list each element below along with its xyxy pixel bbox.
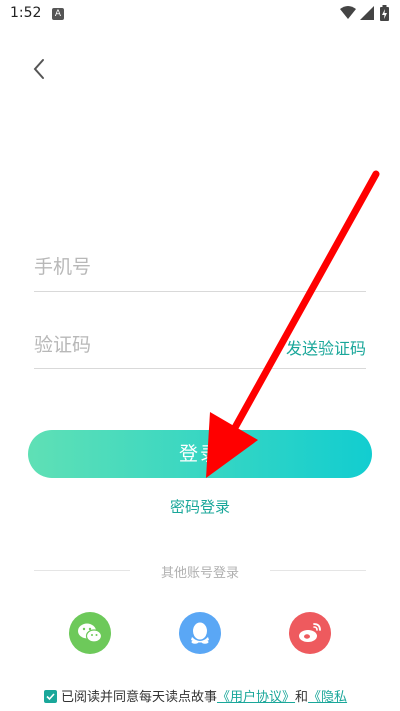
battery-icon: [380, 5, 389, 21]
notification-icon: A: [52, 8, 64, 20]
checkbox-checked-icon[interactable]: [44, 690, 57, 703]
privacy-policy-link[interactable]: 《隐私: [308, 690, 347, 705]
qq-icon: [191, 622, 209, 644]
agreement-text: 已阅读并同意每天读点故事: [61, 690, 218, 705]
status-bar: 1:52 A: [0, 0, 400, 28]
agreement-row: 已阅读并同意每天读点故事《用户协议》和《隐私: [44, 686, 347, 705]
password-login-link[interactable]: 密码登录: [0, 496, 400, 517]
verification-code-input[interactable]: [34, 330, 264, 360]
wechat-icon: [78, 623, 103, 643]
agreement-and: 和: [295, 690, 309, 705]
phone-input[interactable]: [34, 252, 334, 282]
user-agreement-link[interactable]: 《用户协议》: [217, 690, 295, 705]
phone-underline: [34, 291, 366, 292]
status-time: 1:52: [10, 5, 42, 21]
wechat-login-button[interactable]: [69, 612, 111, 654]
signal-icon: [360, 6, 374, 20]
send-code-button[interactable]: 发送验证码: [286, 335, 366, 359]
weibo-login-button[interactable]: [289, 612, 331, 654]
divider-left: [34, 570, 130, 571]
divider-right: [270, 570, 366, 571]
qq-login-button[interactable]: [179, 612, 221, 654]
login-button[interactable]: 登录: [28, 430, 372, 478]
back-button[interactable]: [28, 57, 52, 81]
weibo-icon: [299, 623, 321, 642]
wifi-icon: [340, 6, 356, 19]
other-login-label: 其他账号登录: [160, 566, 239, 581]
back-arrow-icon: [33, 59, 44, 79]
code-underline: [34, 368, 366, 369]
